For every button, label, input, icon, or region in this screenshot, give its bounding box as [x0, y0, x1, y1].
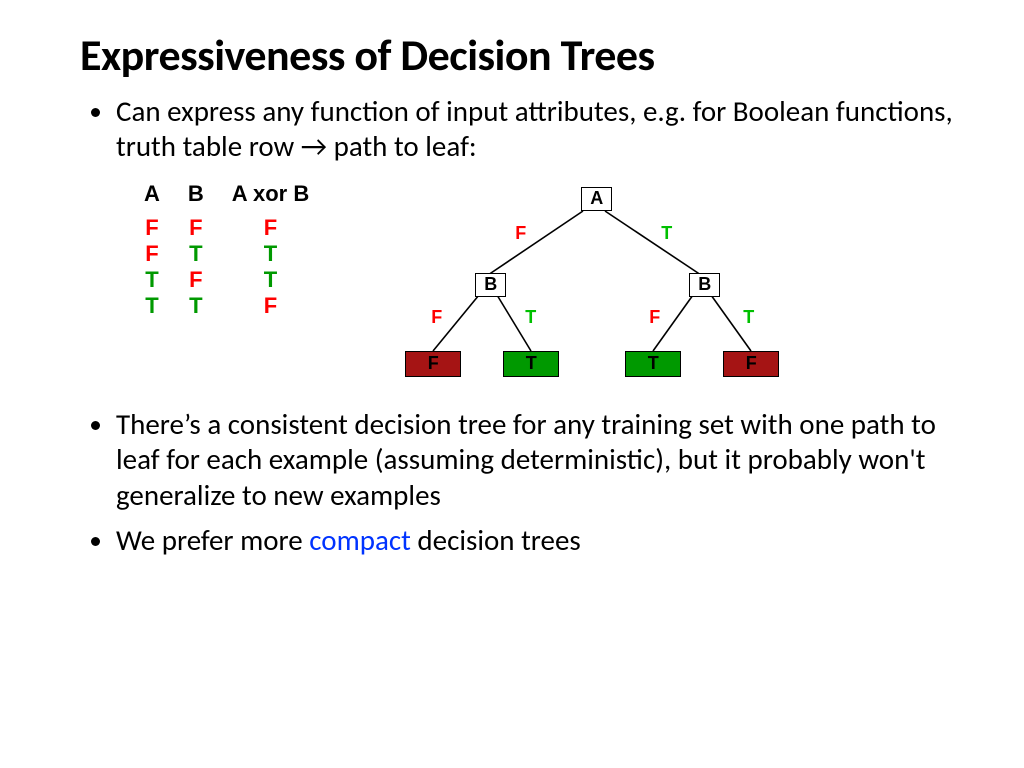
col-header-xor: A xor B	[218, 183, 323, 215]
table-row: F F F	[130, 215, 323, 241]
tree-edge-label-t: T	[743, 307, 754, 328]
decision-tree-diagram: A B B F T F T F T F T T F	[383, 183, 803, 393]
tree-leaf: F	[405, 351, 461, 377]
figure-row: A B A xor B F F F F T T	[130, 183, 964, 393]
truth-table: A B A xor B F F F F T T	[130, 183, 323, 319]
tree-edge-label-t: T	[661, 223, 672, 244]
bullet-item-1: Can express any function of input attrib…	[116, 94, 964, 165]
tree-node-left: B	[475, 273, 506, 297]
tree-edge-label-t: T	[525, 307, 536, 328]
table-header-row: A B A xor B	[130, 183, 323, 215]
tree-edge-label-f: F	[649, 307, 660, 328]
table-row: T F T	[130, 267, 323, 293]
bullet-list-bottom: There’s a consistent decision tree for a…	[80, 407, 964, 559]
tree-leaf: F	[723, 351, 779, 377]
bullet3-compact-word: compact	[309, 522, 411, 558]
cell-b: T	[174, 241, 218, 267]
col-header-a: A	[130, 183, 174, 215]
cell-a: F	[130, 241, 174, 267]
tree-edge-label-f: F	[515, 223, 526, 244]
bullet-item-3: We prefer more compact decision trees	[116, 523, 964, 558]
cell-a: T	[130, 293, 174, 319]
slide-title: Expressiveness of Decision Trees	[80, 28, 964, 82]
cell-a: F	[130, 215, 174, 241]
col-header-b: B	[174, 183, 218, 215]
table-row: F T T	[130, 241, 323, 267]
bullet-item-2: There’s a consistent decision tree for a…	[116, 407, 964, 513]
cell-a: T	[130, 267, 174, 293]
cell-xor: F	[218, 215, 323, 241]
bullet-list-top: Can express any function of input attrib…	[80, 94, 964, 165]
tree-node-right: B	[689, 273, 720, 297]
slide-content: Expressiveness of Decision Trees Can exp…	[0, 0, 1024, 588]
cell-xor: F	[218, 293, 323, 319]
cell-xor: T	[218, 241, 323, 267]
tree-edge-label-f: F	[431, 307, 442, 328]
tree-leaf: T	[625, 351, 681, 377]
tree-node-root: A	[581, 187, 612, 211]
cell-b: F	[174, 215, 218, 241]
cell-xor: T	[218, 267, 323, 293]
cell-b: F	[174, 267, 218, 293]
table-row: T T F	[130, 293, 323, 319]
bullet3-suffix: decision trees	[411, 522, 581, 558]
cell-b: T	[174, 293, 218, 319]
bullet3-prefix: We prefer more	[116, 522, 309, 558]
tree-leaf: T	[503, 351, 559, 377]
